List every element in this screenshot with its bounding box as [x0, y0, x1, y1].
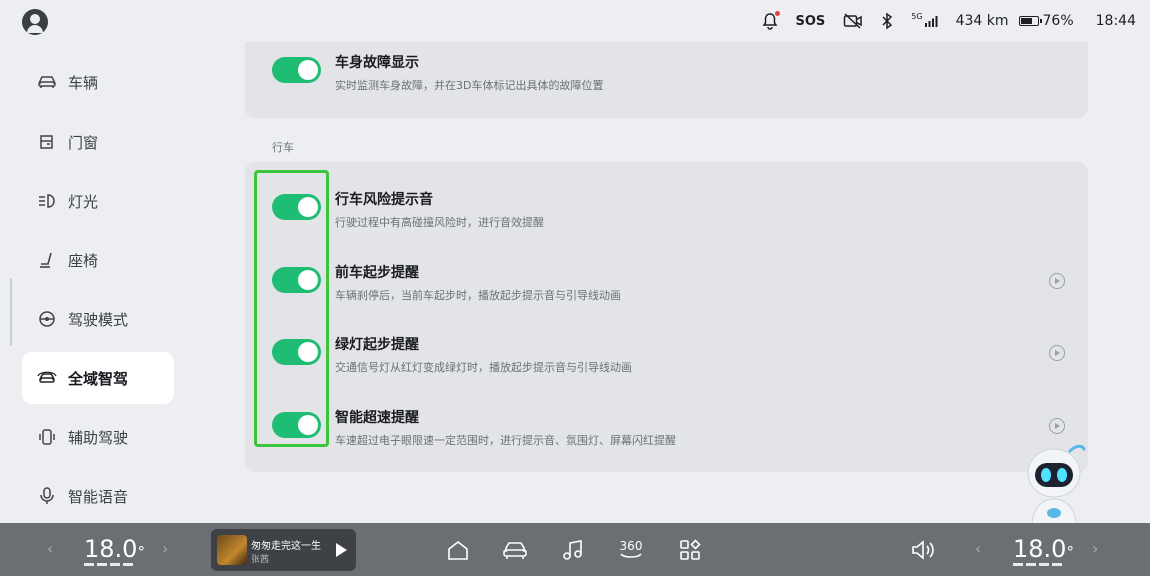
music-icon[interactable] [559, 536, 587, 564]
sidebar-item-label: 灯光 [68, 192, 99, 211]
battery-percent: 76% [1042, 13, 1074, 29]
preview-play-icon[interactable] [1049, 273, 1065, 289]
sidebar-item-label: 驾驶模式 [68, 310, 129, 329]
sidebar-item-lights[interactable]: 灯光 [22, 175, 174, 227]
sidebar-item-voice[interactable]: 智能语音 [22, 470, 174, 522]
setting-row-body-fault: 车身故障显示 实时监测车身故障，并在3D车体标记出具体的故障位置 [245, 42, 1088, 102]
right-temperature[interactable]: 18.0° [1013, 535, 1074, 563]
smart-drive-icon [36, 367, 58, 389]
home-icon[interactable] [444, 536, 472, 564]
settings-card-driving: 行车风险提示音 行驶过程中有高碰撞风险时，进行音效提醒 前车起步提醒 车辆刹停后… [245, 162, 1088, 472]
sidebar-item-label: 车辆 [68, 73, 99, 92]
headlight-icon [36, 190, 58, 212]
steering-wheel-icon [36, 308, 58, 330]
setting-title: 智能超速提醒 [335, 410, 419, 426]
camera-off-icon [843, 11, 863, 31]
setting-description: 车辆刹停后，当前车起步时，播放起步提示音与引导线动画 [335, 289, 621, 302]
car-icon [36, 71, 58, 93]
left-temperature[interactable]: 18.0° [84, 535, 145, 563]
vehicle-icon[interactable] [501, 536, 529, 564]
play-icon[interactable] [336, 543, 347, 557]
temp-right-increase-icon[interactable]: › [1092, 539, 1098, 558]
assist-drive-icon [36, 426, 58, 448]
apps-grid-icon[interactable] [676, 536, 704, 564]
right-temp-value: 18.0 [1013, 535, 1067, 563]
assistant-robot-avatar[interactable] [1018, 443, 1090, 526]
setting-title: 绿灯起步提醒 [335, 337, 419, 353]
sidebar-item-label: 座椅 [68, 251, 99, 270]
user-avatar[interactable] [22, 9, 48, 35]
microphone-icon [36, 485, 58, 507]
section-label: 行车 [272, 141, 294, 154]
left-temp-unit: ° [137, 543, 145, 561]
setting-title: 前车起步提醒 [335, 265, 419, 281]
media-artist: 张茜 [251, 555, 270, 565]
volume-icon[interactable] [908, 536, 936, 564]
camera-360-label: 360 [619, 539, 643, 553]
setting-description: 交通信号灯从红灯变成绿灯时，播放起步提示音与引导线动画 [335, 361, 632, 374]
toggle-highlight-box [254, 170, 329, 447]
range-text: 434 km [955, 13, 1009, 29]
setting-row-speeding-alert: 智能超速提醒 车速超过电子眼限速一定范围时，进行提示音、氛围灯、屏幕闪红提醒 [245, 404, 1088, 464]
media-title: 匆匆走完这一生 [251, 541, 321, 552]
sidebar-item-smart-driving[interactable]: 全域智驾 [22, 352, 174, 404]
setting-row-front-car-start: 前车起步提醒 车辆刹停后，当前车起步时，播放起步提示音与引导线动画 [245, 259, 1088, 319]
right-temp-unit: ° [1066, 543, 1074, 561]
battery-indicator: 76% [1018, 11, 1074, 31]
media-player[interactable]: 匆匆走完这一生 张茜 [211, 529, 356, 571]
temp-underline [84, 563, 134, 566]
temp-left-decrease-icon[interactable]: ‹ [47, 539, 53, 558]
settings-card-top: 车身故障显示 实时监测车身故障，并在3D车体标记出具体的故障位置 [245, 42, 1088, 118]
setting-title: 车身故障显示 [335, 55, 419, 71]
sidebar-item-drive-mode[interactable]: 驾驶模式 [22, 293, 174, 345]
sidebar-item-label: 辅助驾驶 [68, 428, 129, 447]
status-icons: SOS 5G 434 km 76% 18:44 [762, 10, 1136, 32]
notification-bell-icon[interactable] [762, 11, 780, 31]
status-bar: SOS 5G 434 km 76% 18:44 [0, 0, 1150, 42]
sidebar-item-assisted-driving[interactable]: 辅助驾驶 [22, 411, 174, 463]
temp-left-increase-icon[interactable]: › [162, 539, 168, 558]
battery-icon [1018, 16, 1042, 26]
sidebar-item-doors-windows[interactable]: 门窗 [22, 116, 174, 168]
door-icon [36, 131, 58, 153]
sidebar-item-label: 全域智驾 [68, 369, 129, 388]
clock: 18:44 [1095, 13, 1136, 29]
seat-icon [36, 249, 58, 271]
sidebar-item-label: 门窗 [68, 133, 99, 152]
preview-play-icon[interactable] [1049, 345, 1065, 361]
setting-row-green-light-start: 绿灯起步提醒 交通信号灯从红灯变成绿灯时，播放起步提示音与引导线动画 [245, 331, 1088, 391]
setting-description: 车速超过电子眼限速一定范围时，进行提示音、氛围灯、屏幕闪红提醒 [335, 434, 676, 447]
temp-right-decrease-icon[interactable]: ‹ [975, 539, 981, 558]
sidebar-scrollbar[interactable] [10, 278, 12, 346]
temp-underline [1013, 563, 1063, 566]
setting-row-risk-sound: 行车风险提示音 行驶过程中有高碰撞风险时，进行音效提醒 [245, 186, 1088, 246]
album-art [217, 535, 247, 565]
setting-description: 实时监测车身故障，并在3D车体标记出具体的故障位置 [335, 79, 604, 92]
setting-description: 行驶过程中有高碰撞风险时，进行音效提醒 [335, 216, 544, 229]
bluetooth-icon [881, 11, 893, 31]
sos-icon[interactable]: SOS [796, 11, 826, 31]
sidebar-item-vehicle[interactable]: 车辆 [22, 56, 174, 108]
toggle-switch[interactable] [272, 57, 321, 83]
sidebar-item-seats[interactable]: 座椅 [22, 234, 174, 286]
toggle-knob [298, 60, 318, 80]
setting-title: 行车风险提示音 [335, 192, 433, 208]
sidebar-item-label: 智能语音 [68, 487, 129, 506]
preview-play-icon[interactable] [1049, 418, 1065, 434]
signal-5g-icon: 5G [911, 11, 938, 31]
camera-360-icon[interactable]: 360 [617, 536, 645, 564]
left-temp-value: 18.0 [84, 535, 138, 563]
